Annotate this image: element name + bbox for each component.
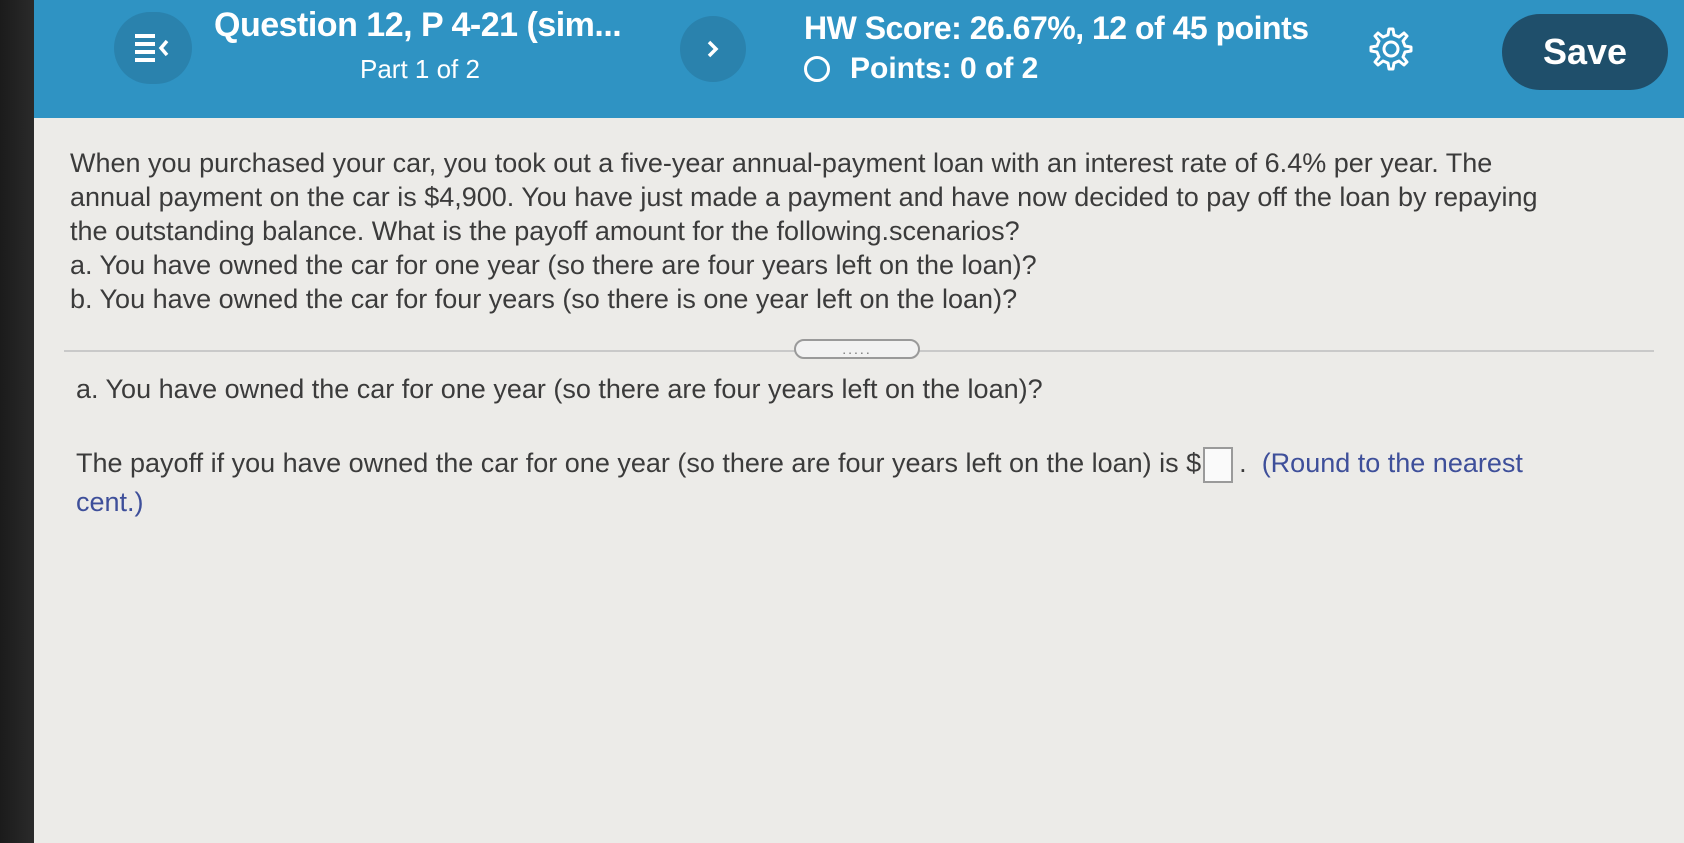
problem-line: b. You have owned the car for four years… — [70, 284, 1018, 314]
save-button[interactable]: Save — [1502, 14, 1668, 90]
payoff-answer-input[interactable] — [1203, 446, 1234, 483]
expand-handle[interactable]: ..... — [794, 339, 920, 359]
problem-line: a. You have owned the car for one year (… — [70, 250, 1037, 280]
gear-icon[interactable] — [1368, 26, 1414, 72]
answer-prompt: The payoff if you have owned the car for… — [76, 444, 1596, 521]
round-note-text: (Round to the nearest — [1261, 448, 1523, 478]
question-menu-button[interactable] — [114, 12, 192, 84]
screen: Question 12, P 4-21 (sim... Part 1 of 2 … — [34, 0, 1684, 843]
question-title: Question 12, P 4-21 (sim... — [214, 6, 622, 44]
question-content: When you purchased your car, you took ou… — [34, 118, 1684, 843]
problem-statement: When you purchased your car, you took ou… — [70, 146, 1650, 316]
answer-prefix: The payoff if you have owned the car for… — [76, 448, 1202, 478]
problem-line: the outstanding balance. What is the pay… — [70, 216, 1020, 246]
round-note: (Round to the nearest — [1254, 448, 1523, 478]
part-indicator: Part 1 of 2 — [360, 54, 480, 84]
problem-line: annual payment on the car is $4,900. You… — [70, 182, 1538, 212]
round-note-cont: cent.) — [76, 486, 144, 517]
question-header: Question 12, P 4-21 (sim... Part 1 of 2 … — [34, 0, 1684, 118]
answer-suffix: . — [1239, 448, 1247, 478]
part-a-question: a. You have owned the car for one year (… — [76, 374, 1043, 404]
circle-status-icon — [804, 56, 830, 82]
hw-score: HW Score: 26.67%, 12 of 45 points — [804, 10, 1309, 46]
next-question-button[interactable] — [680, 16, 746, 82]
problem-line: When you purchased your car, you took ou… — [70, 148, 1493, 178]
points-label: Points: 0 of 2 — [850, 52, 1039, 85]
chevron-right-icon — [707, 40, 719, 58]
points-status: Points: 0 of 2 — [804, 52, 1038, 86]
menu-collapse-icon — [135, 34, 169, 62]
